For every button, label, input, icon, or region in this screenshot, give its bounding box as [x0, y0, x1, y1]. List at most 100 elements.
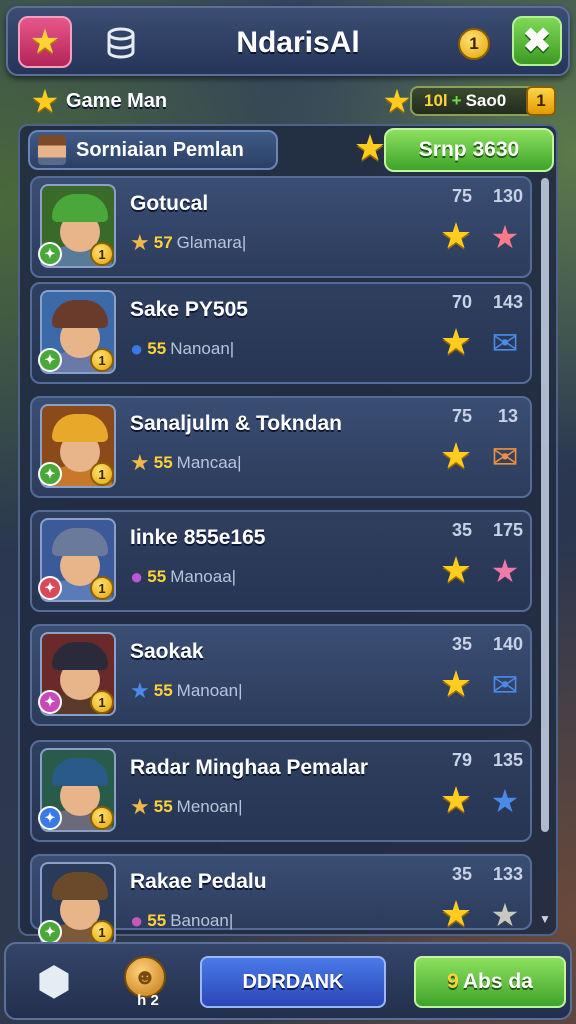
star-icon: ★ [29, 23, 61, 61]
action-button[interactable]: Srnp 3630 [384, 128, 554, 172]
player-name: Sake PY505 [130, 298, 248, 321]
class-badge-icon: ✦ [38, 806, 62, 830]
star-icon[interactable]: ★ [438, 552, 474, 588]
stat-a: 75 [451, 186, 473, 206]
star-icon: ★ [130, 230, 150, 255]
coin-badge-icon: 1 [90, 576, 114, 600]
resource-b: + [451, 91, 462, 110]
player-name: Rakae Pedalu [130, 870, 267, 893]
section-label: Game Man [66, 90, 168, 112]
stat-a: 79 [451, 750, 473, 770]
scroll-down-icon[interactable]: ▼ [538, 912, 552, 926]
stat-a: 35 [451, 864, 473, 884]
class-badge-icon: ✦ [38, 920, 62, 944]
favorites-button[interactable]: ★ [18, 16, 72, 68]
player-name: Sanaljulm & Tokndan [130, 412, 342, 435]
sub-text: Mancaa| [176, 453, 242, 472]
bottom-bar: ⬢ ☻ h 2 DDRDANK 9 Abs da [4, 942, 572, 1020]
player-subtitle: ● 55 Nanoan| [130, 336, 234, 362]
coin-icon: ● [130, 908, 144, 933]
coin-badge-icon: 1 [90, 348, 114, 372]
player-name: Gotucal [130, 192, 209, 215]
envelope-icon[interactable]: ✉ [488, 668, 522, 702]
sub-value: 55 [153, 453, 173, 472]
class-badge-icon: ✦ [38, 690, 62, 714]
medal-caption: h 2 [137, 992, 159, 1009]
confirm-number: 9 [447, 970, 459, 993]
coin-badge-icon: 1 [90, 806, 114, 830]
list-item[interactable]: ✦ 1 Saokak ★ 55 Manoan| 35 140 ★ ✉ [30, 624, 532, 726]
resource-a: 10l [424, 91, 448, 110]
list-item[interactable]: ✦ 1 Gotucal ★ 57 Glamara| 75 130 ★ ★ [30, 176, 532, 278]
stat-b: 130 [492, 186, 524, 206]
star-icon: ★ [382, 83, 412, 119]
sub-text: Manoan| [176, 681, 243, 700]
star-icon[interactable]: ★ [438, 324, 474, 360]
stat-a: 35 [451, 520, 473, 540]
list-item[interactable]: ✦ 1 Sanaljulm & Tokndan ★ 55 Mancaa| 75 … [30, 396, 532, 498]
stat-b: 175 [492, 520, 524, 540]
stat-b: 135 [492, 750, 524, 770]
tab-label: Sorniaian Pemlan [76, 138, 244, 161]
player-name: Saokak [130, 640, 204, 663]
confirm-label: Abs da [462, 970, 533, 993]
avatar [38, 135, 66, 165]
sub-text: Glamara| [176, 233, 247, 252]
player-name: Radar Minghaa Pemalar [130, 756, 369, 779]
list-item[interactable]: ✦ 1 Iinke 855e165 ● 55 Manoaa| 35 175 ★ … [30, 510, 532, 612]
resource-badge[interactable]: 1 [526, 86, 556, 116]
star-icon[interactable]: ★ [438, 218, 474, 254]
class-badge-icon: ✦ [38, 242, 62, 266]
sub-value: 55 [147, 911, 167, 930]
coin-badge-icon: 1 [90, 242, 114, 266]
star-icon[interactable]: ★ [488, 898, 522, 932]
star-icon[interactable]: ★ [438, 438, 474, 474]
envelope-icon[interactable]: ✉ [488, 440, 522, 474]
scrollbar[interactable] [541, 178, 549, 832]
star-icon[interactable]: ★ [488, 220, 522, 254]
player-subtitle: ★ 55 Mancaa| [130, 450, 242, 476]
database-icon[interactable] [104, 26, 138, 60]
star-icon[interactable]: ★ [438, 896, 474, 932]
sub-text: Banoan| [170, 911, 234, 930]
sub-text: Menoan| [176, 797, 243, 816]
stat-b: 140 [492, 634, 524, 654]
stat-a: 70 [451, 292, 473, 312]
coin-icon: ● [130, 336, 144, 361]
sub-value: 55 [147, 567, 167, 586]
stat-a: 35 [451, 634, 473, 654]
stat-b: 133 [492, 864, 524, 884]
sub-value: 55 [147, 339, 167, 358]
coin-icon: ● [130, 564, 144, 589]
list-item[interactable]: ✦ 1 Sake PY505 ● 55 Nanoan| 70 143 ★ ✉ [30, 282, 532, 384]
star-icon[interactable]: ★ [488, 554, 522, 588]
star-icon[interactable]: ★ [438, 666, 474, 702]
resource-c: Sao0 [465, 91, 507, 110]
coin-counter[interactable]: 1 [458, 28, 490, 60]
cube-icon[interactable]: ⬢ [32, 960, 76, 1004]
star-icon[interactable]: ★ [488, 784, 522, 818]
coin-badge-icon: 1 [90, 462, 114, 486]
list-item[interactable]: ✦ 1 Rakae Pedalu ● 55 Banoan| 35 133 ★ ★ [30, 854, 532, 946]
player-subtitle: ★ 55 Menoan| [130, 794, 243, 820]
tab-player-list[interactable]: Sorniaian Pemlan [28, 130, 278, 170]
star-icon: ★ [130, 678, 150, 703]
sub-text: Manoaa| [170, 567, 237, 586]
class-badge-icon: ✦ [38, 576, 62, 600]
star-icon: ★ [130, 794, 150, 819]
coin-badge-icon: 1 [90, 920, 114, 944]
player-name: Iinke 855e165 [130, 526, 266, 549]
player-subtitle: ● 55 Banoan| [130, 908, 233, 934]
rank-button[interactable]: DDRDANK [200, 956, 386, 1008]
confirm-button[interactable]: 9 Abs da [414, 956, 566, 1008]
close-button[interactable]: ✖ [512, 16, 562, 66]
close-icon: ✖ [522, 22, 552, 60]
coin-badge-icon: 1 [90, 690, 114, 714]
sub-value: 55 [153, 797, 173, 816]
player-subtitle: ● 55 Manoaa| [130, 564, 236, 590]
star-icon[interactable]: ★ [438, 782, 474, 818]
envelope-icon[interactable]: ✉ [488, 326, 522, 360]
list-item[interactable]: ✦ 1 Radar Minghaa Pemalar ★ 55 Menoan| 7… [30, 740, 532, 842]
class-badge-icon: ✦ [38, 348, 62, 372]
stat-b: 143 [492, 292, 524, 312]
